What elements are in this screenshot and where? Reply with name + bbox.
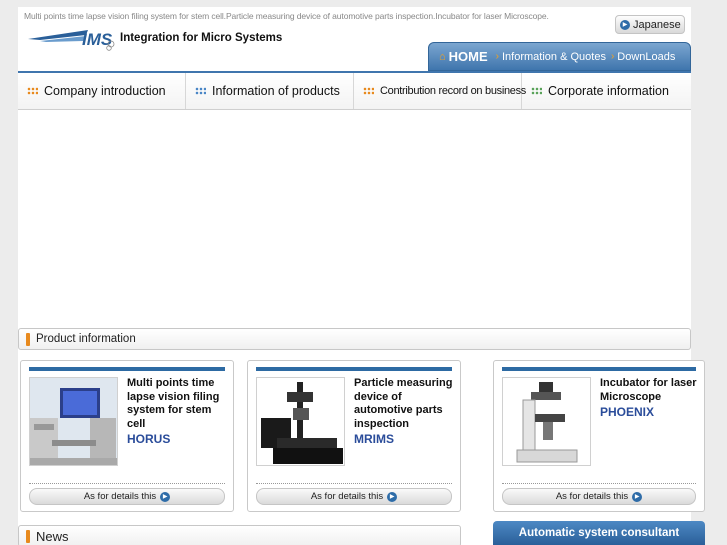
ims-logo-graphic: IMS: [28, 30, 115, 51]
section-title: Product information: [36, 333, 136, 345]
nav-tab-home[interactable]: ⌂ HOME: [439, 49, 488, 64]
nav-tab-label: Information & Quotes: [502, 50, 606, 63]
card-top-bar: [502, 367, 696, 371]
product-description: Multi points time lapse vision filing sy…: [127, 377, 231, 447]
nav-tab-label: DownLoads: [617, 50, 676, 63]
ims-logo[interactable]: IMS: [26, 27, 116, 51]
details-label: As for details this: [310, 491, 384, 502]
card-top-bar: [256, 367, 452, 371]
menu-item-label: Company introduction: [44, 84, 166, 98]
menu-item-company-introduction[interactable]: Company introduction: [18, 73, 186, 109]
details-button-mrims[interactable]: As for details this ▶: [256, 488, 452, 505]
nav-tab-downloads[interactable]: › DownLoads: [611, 51, 675, 63]
product-name-horus[interactable]: HORUS: [127, 432, 231, 447]
details-button-phoenix[interactable]: As for details this ▶: [502, 488, 696, 505]
details-label: As for details this: [555, 491, 629, 502]
automatic-system-consultant-button[interactable]: Automatic system consultant: [493, 521, 705, 545]
section-title: News: [36, 528, 69, 544]
section-marker-icon: [26, 529, 30, 543]
orange-grid-icon: [363, 87, 374, 95]
green-grid-icon: [531, 87, 542, 95]
product-description: Incubator for laser Microscope PHOENIX: [600, 377, 700, 420]
arrow-right-icon: ▶: [160, 491, 171, 502]
product-information-header: Product information: [18, 328, 691, 350]
menu-item-contribution-record[interactable]: Contribution record on business: [354, 73, 526, 109]
computer-workstation-image: [30, 378, 117, 465]
chevron-right-icon: ›: [495, 51, 499, 62]
menu-item-label: Information of products: [212, 84, 340, 98]
nav-tab-information-quotes[interactable]: › Information & Quotes: [496, 51, 606, 63]
orange-grid-icon: [27, 87, 38, 95]
menu-item-label: Contribution record on business: [380, 85, 527, 97]
news-header: News: [18, 525, 461, 545]
arrow-right-icon: ▶: [632, 491, 643, 502]
menu-item-information-of-products[interactable]: Information of products: [186, 73, 354, 109]
blue-grid-icon: [195, 87, 206, 95]
site-tagline: Multi points time lapse vision filing sy…: [24, 11, 549, 21]
dotted-divider: [29, 483, 225, 484]
product-name-phoenix[interactable]: PHOENIX: [600, 405, 700, 420]
home-icon: ⌂: [439, 50, 446, 63]
product-card-mrims: Particle measuring device of automotive …: [247, 360, 461, 512]
section-marker-icon: [26, 332, 30, 346]
brand-name: Integration for Micro Systems: [120, 32, 283, 44]
details-label: As for details this: [83, 491, 157, 502]
menu-item-label: Corporate information: [548, 84, 669, 98]
horus-product-photo[interactable]: [29, 377, 118, 466]
product-description-text: Incubator for laser Microscope: [600, 377, 697, 403]
mrims-product-photo[interactable]: [256, 377, 345, 466]
main-menu: Company introduction Information of prod…: [18, 73, 691, 110]
arrow-right-icon: ▶: [620, 19, 630, 30]
phoenix-product-photo[interactable]: [502, 377, 591, 466]
product-description: Particle measuring device of automotive …: [354, 377, 458, 447]
details-button-horus[interactable]: As for details this ▶: [29, 488, 225, 505]
dotted-divider: [502, 483, 696, 484]
menu-item-corporate-information[interactable]: Corporate information: [522, 73, 691, 109]
language-button-label: Japanese: [633, 18, 681, 31]
page: Multi points time lapse vision filing sy…: [18, 7, 705, 545]
nav-tab-label: HOME: [448, 49, 488, 64]
card-top-bar: [29, 367, 225, 371]
microscope-image: [503, 378, 590, 465]
product-name-mrims[interactable]: MRIMS: [354, 432, 458, 447]
product-card-horus: Multi points time lapse vision filing sy…: [20, 360, 234, 512]
dotted-divider: [256, 483, 452, 484]
top-nav: ⌂ HOME › Information & Quotes › DownLoad…: [428, 42, 691, 71]
product-description-text: Particle measuring device of automotive …: [354, 377, 453, 430]
chevron-right-icon: ›: [610, 51, 615, 62]
product-description-text: Multi points time lapse vision filing sy…: [127, 377, 220, 430]
product-card-phoenix: Incubator for laser Microscope PHOENIX A…: [493, 360, 705, 512]
measuring-device-image: [257, 378, 344, 465]
japanese-language-button[interactable]: ▶ Japanese: [615, 15, 685, 34]
arrow-right-icon: ▶: [387, 491, 398, 502]
